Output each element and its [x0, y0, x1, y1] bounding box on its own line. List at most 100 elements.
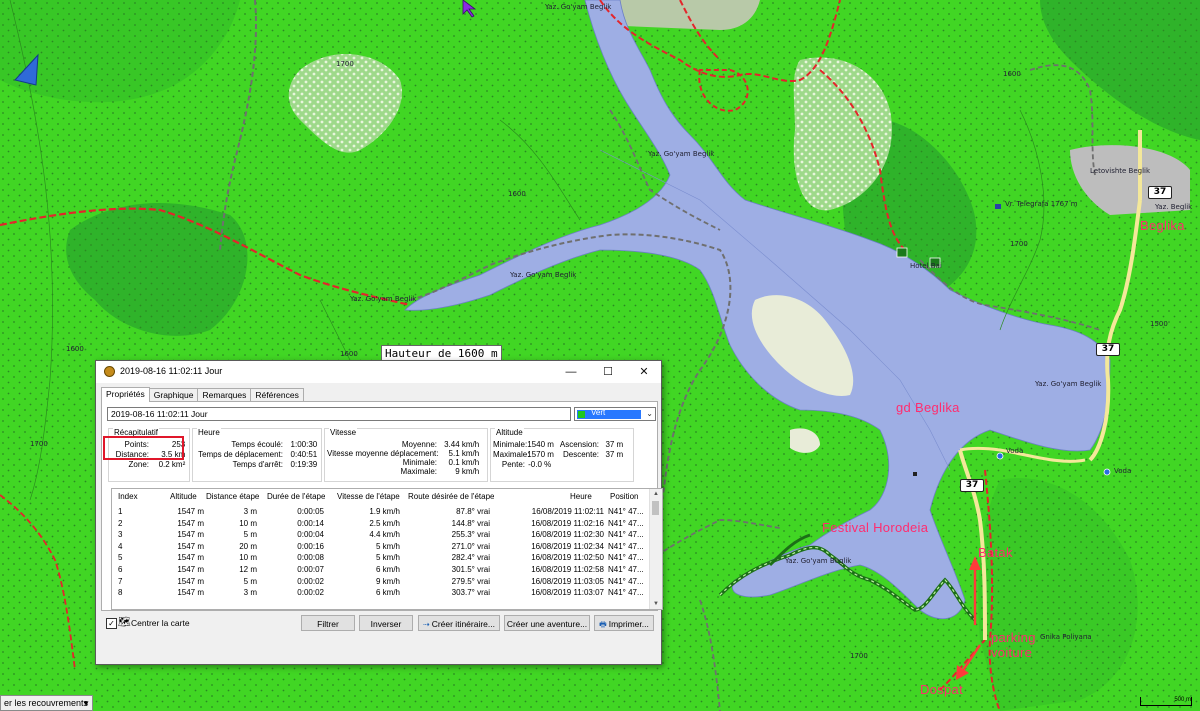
slope-label: Pente: — [501, 460, 525, 469]
dialog-tabs: Propriétés Graphique Remarques Référence… — [101, 387, 304, 402]
scroll-up-icon[interactable]: ▲ — [650, 489, 662, 499]
table-row[interactable]: 8 1547 m 3 m 0:00:02 6 km/h 303.7° vrai 16/08/… — [112, 587, 649, 598]
maximize-button[interactable]: ☐ — [590, 361, 626, 383]
table-cell: 1547 m — [177, 588, 204, 598]
moving-time-label: Temps de déplacement: — [198, 450, 283, 459]
track-properties-dialog: 2019-08-16 11:02:11 Jour — ☐ ✕ Propriété… — [95, 360, 663, 665]
elapsed-label: Temps écoulé: — [231, 440, 283, 449]
table-cell: 301.5° vrai — [451, 565, 490, 574]
route-icon: ⇢ — [422, 620, 430, 629]
table-cell: 3 — [118, 530, 123, 540]
print-label: Imprimer... — [608, 619, 649, 629]
table-cell: 279.5° vrai — [451, 576, 490, 586]
dialog-titlebar[interactable]: 2019-08-16 11:02:11 Jour — ☐ ✕ — [96, 361, 661, 383]
table-cell: 144.8° vrai — [451, 518, 490, 528]
contour-label: 1700 — [850, 652, 868, 660]
table-row[interactable]: 5 1547 m 10 m 0:00:08 5 km/h 282.4° vrai 16/08… — [112, 552, 649, 563]
close-button[interactable]: ✕ — [626, 361, 662, 383]
table-cell: N41° 47... — [608, 553, 644, 563]
annotation-batak: Batak — [978, 545, 1013, 560]
table-cell: 4.4 km/h — [369, 530, 400, 540]
table-cell: N41° 47... — [608, 576, 644, 586]
map-label-spring: Voda — [1006, 447, 1024, 455]
contour-label: 1600 — [508, 190, 526, 198]
ascent-label: Ascension: — [559, 440, 599, 449]
table-cell: 1 — [118, 507, 123, 516]
map-label-peak: Vr. Telegrafa 1767 m — [1005, 200, 1078, 208]
annotation-festival: Festival Horodeia — [822, 520, 929, 535]
color-select[interactable]: Vert ⌄ — [574, 407, 656, 421]
table-cell: 0:00:02 — [297, 588, 324, 598]
contour-label: 1700 — [30, 440, 48, 448]
col-speed[interactable]: Vitesse de l'étape — [337, 491, 400, 502]
table-scrollbar[interactable]: ▲ ▼ — [649, 489, 662, 609]
chevron-down-icon: ⌄ — [646, 409, 653, 418]
col-time[interactable]: Heure — [570, 491, 592, 502]
table-cell: 6 km/h — [375, 565, 400, 574]
speed-title: Vitesse — [329, 428, 358, 437]
table-row[interactable]: 6 1547 m 12 m 0:00:07 6 km/h 301.5° vrai 16/08… — [112, 564, 649, 575]
scroll-thumb[interactable] — [652, 501, 659, 515]
track-points-table[interactable]: Index Altitude Distance étape Durée de l… — [111, 488, 663, 610]
table-cell: 0:00:16 — [297, 541, 324, 551]
contour-label: 1600 — [1003, 70, 1021, 78]
table-cell: 7 — [118, 576, 123, 586]
filter-button[interactable]: Filtrer — [301, 615, 355, 631]
scroll-down-icon[interactable]: ▼ — [650, 599, 662, 609]
moving-time-value: 0:40:51 — [290, 450, 318, 459]
tab-graphique[interactable]: Graphique — [148, 388, 199, 402]
table-cell: 0:00:14 — [297, 518, 324, 528]
table-cell: 12 m — [239, 565, 257, 574]
avg-speed-label: Moyenne: — [401, 440, 437, 449]
stopped-time-label: Temps d'arrêt: — [232, 460, 283, 469]
table-cell: 1547 m — [177, 518, 204, 528]
ascent-value: 37 m — [605, 440, 624, 449]
contour-label: 1700 — [1010, 240, 1028, 248]
tab-proprietes[interactable]: Propriétés — [101, 387, 150, 402]
track-name-input[interactable]: 2019-08-16 11:02:11 Jour — [107, 407, 571, 421]
zone-label: Zone: — [128, 460, 149, 469]
print-button[interactable]: 🖶 Imprimer... — [594, 615, 654, 631]
reverse-button[interactable]: Inverser — [359, 615, 413, 631]
overlay-select[interactable]: er les recouvrements ▼ — [0, 695, 93, 711]
avg-moving-speed-value: 5.1 km/h — [448, 449, 480, 458]
center-map-checkbox[interactable]: ✓ — [106, 618, 117, 629]
altitude-title: Altitude — [495, 428, 524, 437]
col-position[interactable]: Position — [610, 491, 638, 502]
table-cell: 2.5 km/h — [369, 518, 400, 528]
table-row[interactable]: 7 1547 m 5 m 0:00:02 9 km/h 279.5° vrai 16/08/… — [112, 576, 649, 587]
table-cell: 6 — [118, 565, 123, 574]
dialog-title: 2019-08-16 11:02:11 Jour — [120, 366, 223, 376]
col-course[interactable]: Route désirée de l'étape — [408, 491, 494, 502]
table-cell: 16/08/2019 11:03:07 — [531, 588, 604, 598]
table-cell: 5 m — [243, 530, 257, 540]
table-cell: N41° 47... — [608, 507, 644, 516]
table-cell: 1.9 km/h — [369, 507, 400, 516]
tab-references[interactable]: Références — [250, 388, 304, 402]
table-cell: 16/08/2019 11:02:16 — [531, 518, 604, 528]
contour-label: 1600 — [66, 345, 84, 353]
color-select-value: Vert — [591, 408, 606, 417]
descent-value: 37 m — [605, 450, 624, 459]
tab-remarques[interactable]: Remarques — [197, 388, 252, 402]
table-row[interactable]: 2 1547 m 10 m 0:00:14 2.5 km/h 144.8° vrai 16/… — [112, 518, 649, 529]
col-duration[interactable]: Durée de l'étape — [267, 491, 325, 502]
minimize-button[interactable]: — — [553, 361, 589, 383]
col-altitude[interactable]: Altitude — [170, 491, 197, 502]
elapsed-value: 1:00:30 — [290, 440, 318, 449]
table-row[interactable]: 4 1547 m 20 m 0:00:16 5 km/h 271.0° vrai 16/08… — [112, 541, 649, 552]
create-route-button[interactable]: ⇢ Créer itinéraire... — [418, 615, 500, 631]
create-adventure-button[interactable]: Créer une aventure... — [504, 615, 590, 631]
annotation-parking: parking voiture — [991, 630, 1036, 660]
zone-value: 0.2 km² — [158, 460, 186, 469]
map-label-lake: Yaz. Go'yam Beglik — [350, 295, 417, 303]
road-shield-37: 37 — [1096, 343, 1120, 356]
table-cell: 16/08/2019 11:02:11 — [531, 507, 604, 516]
table-cell: N41° 47... — [608, 541, 644, 551]
table-row[interactable]: 1 1547 m 3 m 0:00:05 1.9 km/h 87.8° vrai 16/08… — [112, 506, 649, 517]
table-cell: 1547 m — [177, 530, 204, 540]
table-row[interactable]: 3 1547 m 5 m 0:00:04 4.4 km/h 255.3° vrai 16/0… — [112, 529, 649, 540]
col-distance[interactable]: Distance étape — [206, 491, 259, 502]
table-cell: 9 km/h — [375, 576, 400, 586]
col-index[interactable]: Index — [118, 491, 138, 502]
